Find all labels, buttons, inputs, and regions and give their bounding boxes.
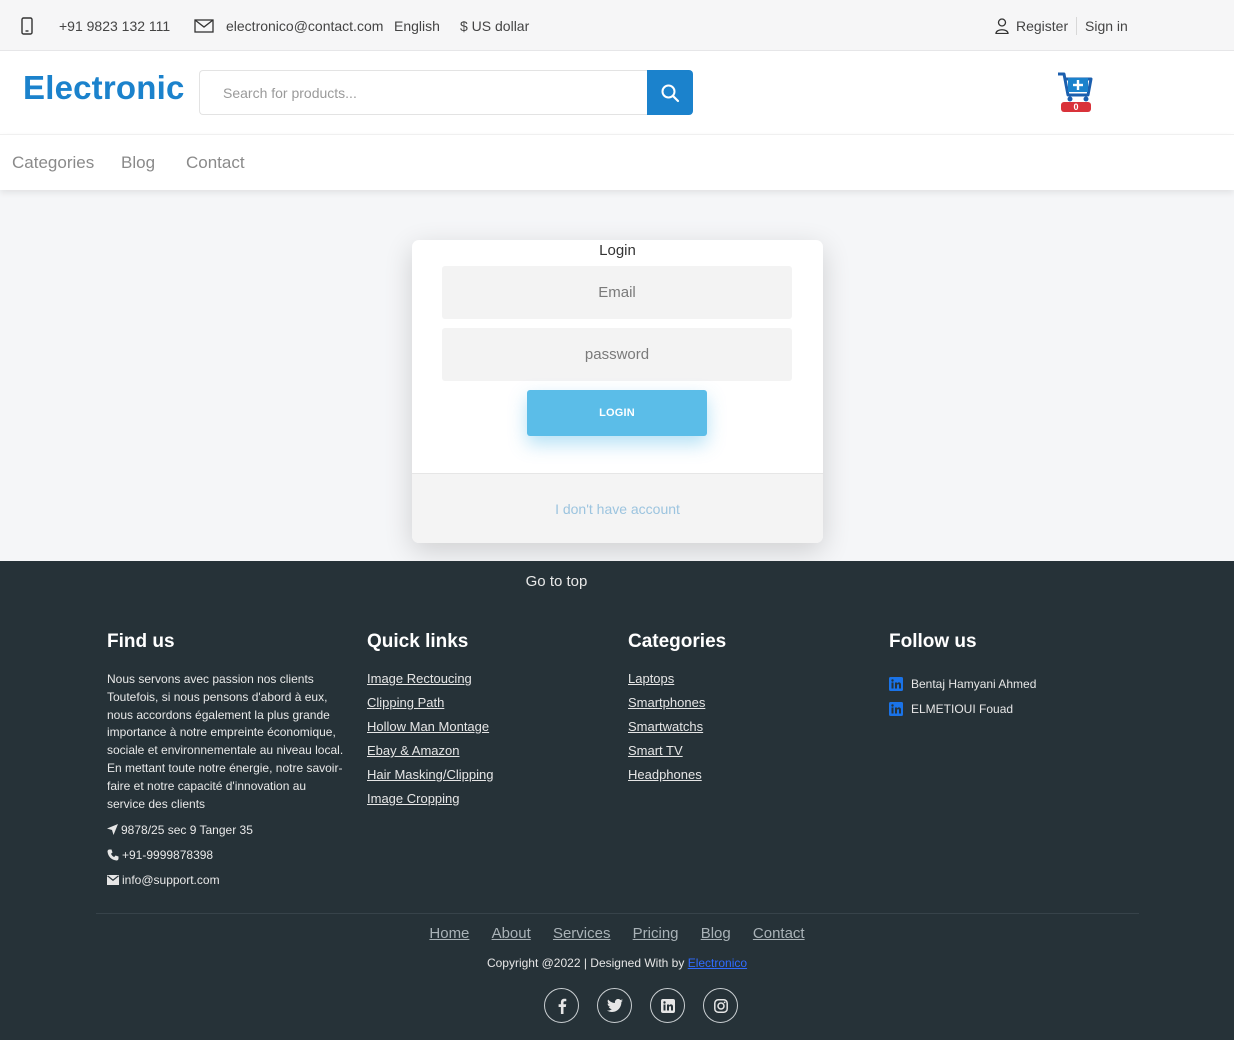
linkedin-button[interactable] [650, 988, 685, 1023]
search-button[interactable] [647, 70, 693, 115]
language-select[interactable]: English [394, 0, 440, 51]
list-item: Headphones [628, 767, 868, 791]
list-item: Ebay & Amazon [367, 743, 607, 767]
currency-select[interactable]: $ US dollar [460, 0, 529, 51]
facebook-icon [557, 998, 567, 1014]
cart-count-badge: 0 [1073, 102, 1079, 112]
list-item: Smartwatchs [628, 719, 868, 743]
search-icon [660, 83, 680, 103]
follow-us-column: Follow us Bentaj Hamyani Ahmed ELMETIOUI… [889, 631, 1129, 721]
footer-link-blog[interactable]: Blog [701, 925, 731, 942]
site-logo[interactable]: Electronic [23, 69, 185, 107]
category-link[interactable]: Smartphones [628, 695, 705, 710]
list-item: Clipping Path [367, 695, 607, 719]
category-link[interactable]: Headphones [628, 767, 702, 782]
nav-item-categories[interactable]: Categories [12, 135, 94, 191]
email-field[interactable] [442, 266, 792, 319]
footer-link-home[interactable]: Home [429, 925, 469, 942]
instagram-button[interactable] [703, 988, 738, 1023]
follow-item[interactable]: ELMETIOUI Fouad [889, 696, 1129, 721]
quick-link[interactable]: Hair Masking/Clipping [367, 767, 493, 782]
twitter-button[interactable] [597, 988, 632, 1023]
register-label: Register [1016, 17, 1069, 34]
phone-number: +91 9823 132 111 [59, 17, 171, 34]
follow-item[interactable]: Bentaj Hamyani Ahmed [889, 671, 1129, 696]
follow-name: ELMETIOUI Fouad [911, 701, 1014, 716]
categories-column: Categories Laptops Smartphones Smartwatc… [628, 631, 868, 791]
quick-links-column: Quick links Image Rectoucing Clipping Pa… [367, 631, 607, 815]
list-item: Smartphones [628, 695, 868, 719]
footer-link-pricing[interactable]: Pricing [633, 925, 679, 942]
instagram-icon [713, 998, 728, 1013]
login-card: Login LOGIN I don't have account [412, 240, 823, 543]
quick-link[interactable]: Ebay & Amazon [367, 743, 460, 758]
email-contact: electronico@contact.com [194, 0, 383, 51]
list-item: Laptops [628, 671, 868, 695]
category-link[interactable]: Laptops [628, 671, 674, 686]
quick-link[interactable]: Hollow Man Montage [367, 719, 489, 734]
login-title: Login [599, 242, 636, 259]
topbar-divider [1076, 17, 1077, 35]
list-item: Image Rectoucing [367, 671, 607, 695]
quick-link[interactable]: Image Cropping [367, 791, 460, 806]
envelope-icon [194, 18, 224, 33]
nav-item-blog[interactable]: Blog [121, 135, 155, 191]
phone-icon [107, 849, 122, 861]
cart-button[interactable]: 0 [1056, 71, 1094, 113]
copyright: Copyright @2022 | Designed With by Elect… [0, 956, 1234, 970]
footer-link-contact[interactable]: Contact [753, 925, 805, 942]
signin-link[interactable]: Sign in [1085, 0, 1128, 51]
no-account-link[interactable]: I don't have account [555, 501, 680, 517]
go-to-top-link[interactable]: Go to top [500, 573, 613, 590]
email-info: info@support.com [107, 871, 347, 888]
list-item: Image Cropping [367, 791, 607, 815]
site-footer: Go to top Find us Nous servons avec pass… [0, 561, 1234, 1040]
phone-contact: +91 9823 132 111 [21, 0, 170, 51]
login-card-footer: I don't have account [412, 473, 823, 543]
category-link[interactable]: Smartwatchs [628, 719, 703, 734]
register-link[interactable]: Register [995, 0, 1068, 51]
linkedin-icon [889, 701, 903, 716]
quick-link[interactable]: Clipping Path [367, 695, 444, 710]
copyright-text: Copyright @2022 | Designed With by [486, 956, 685, 970]
about-text: Nous servons avec passion nos clients To… [107, 672, 344, 811]
social-links [544, 988, 756, 1023]
email-address: electronico@contact.com [226, 17, 384, 34]
phone-info: +91-9999878398 [107, 846, 347, 863]
location-arrow-icon [107, 824, 121, 836]
linkedin-icon [889, 676, 903, 691]
find-us-title: Find us [107, 631, 175, 652]
footer-link-services[interactable]: Services [553, 925, 611, 942]
email-text: info@support.com [122, 872, 220, 887]
find-us-column: Find us Nous servons avec passion nos cl… [107, 631, 347, 888]
linkedin-icon [660, 998, 675, 1013]
brand-link[interactable]: Electronico [688, 956, 747, 970]
twitter-icon [606, 999, 623, 1012]
password-field[interactable] [442, 328, 792, 381]
envelope-icon [107, 874, 122, 885]
top-bar: +91 9823 132 111 electronico@contact.com… [0, 0, 1234, 51]
phone-icon [21, 16, 43, 35]
list-item: Hollow Man Montage [367, 719, 607, 743]
facebook-button[interactable] [544, 988, 579, 1023]
footer-bottom-links: Home About Services Pricing Blog Contact [0, 925, 1234, 942]
login-button[interactable]: LOGIN [527, 390, 707, 436]
footer-link-about[interactable]: About [492, 925, 531, 942]
follow-us-title: Follow us [889, 631, 977, 652]
list-item: Hair Masking/Clipping [367, 767, 607, 791]
follow-name: Bentaj Hamyani Ahmed [911, 676, 1037, 691]
list-item: Smart TV [628, 743, 868, 767]
quick-links-title: Quick links [367, 631, 469, 652]
site-header: Electronic 0 [0, 51, 1234, 134]
phone-text: +91-9999878398 [122, 847, 214, 862]
address-text: 9878/25 sec 9 Tanger 35 [121, 822, 253, 837]
categories-title: Categories [628, 631, 727, 652]
footer-divider [96, 913, 1139, 914]
quick-link[interactable]: Image Rectoucing [367, 671, 472, 686]
address-info: 9878/25 sec 9 Tanger 35 [107, 821, 347, 838]
nav-item-contact[interactable]: Contact [186, 135, 245, 191]
search-input[interactable] [199, 70, 647, 115]
main-nav: Categories Blog Contact [0, 134, 1234, 190]
category-link[interactable]: Smart TV [628, 743, 683, 758]
